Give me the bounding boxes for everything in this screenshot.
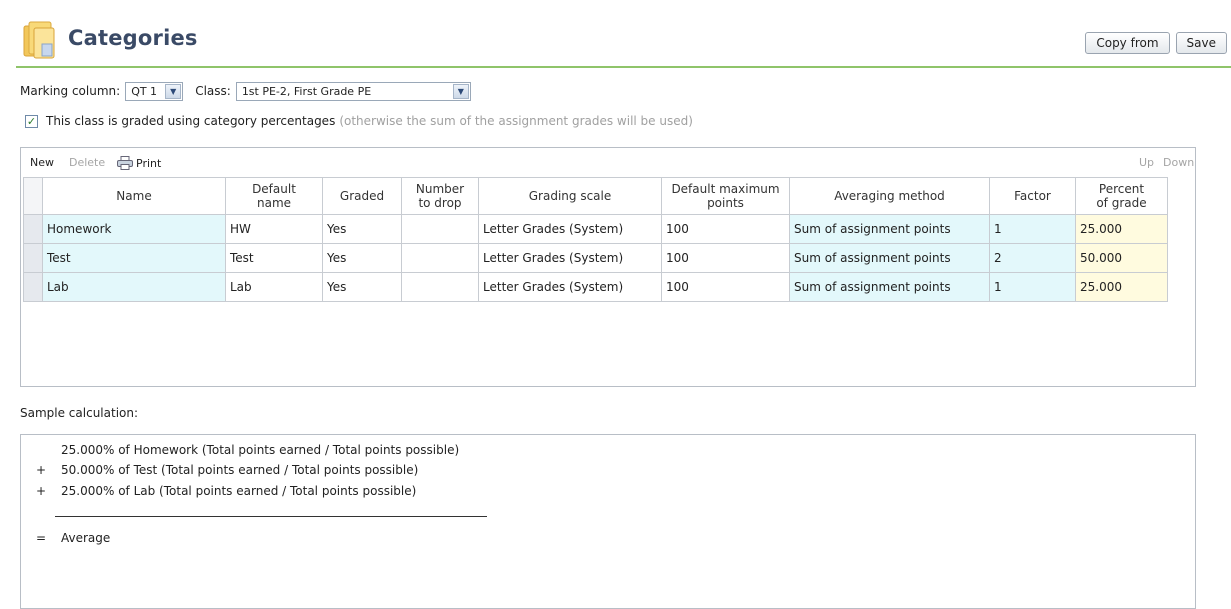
column-header-factor[interactable]: Factor [989, 177, 1076, 215]
printer-icon [117, 156, 133, 170]
graded-by-percentages-checkbox[interactable]: ✓ [25, 114, 38, 128]
cell-number-to-drop[interactable] [401, 214, 479, 244]
cell-number-to-drop[interactable] [401, 243, 479, 273]
cell-percent-of-grade[interactable]: 50.000 [1075, 243, 1168, 273]
class-select[interactable]: 1st PE-2, First Grade PE ▼ [235, 81, 471, 101]
cell-grading-scale[interactable]: Letter Grades (System) [478, 243, 662, 273]
row-selector[interactable] [23, 272, 43, 302]
calc-text: 50.000% of Test (Total points earned / T… [61, 463, 419, 477]
calc-result: Average [61, 531, 111, 545]
calc-text: 25.000% of Lab (Total points earned / To… [61, 484, 417, 498]
class-label: Class: [195, 84, 231, 98]
page-header: Categories Copy from Save [20, 18, 1231, 66]
class-value: 1st PE-2, First Grade PE [241, 84, 372, 98]
cell-default-name[interactable]: Test [225, 243, 323, 273]
cell-factor[interactable]: 1 [989, 214, 1076, 244]
calc-operator [21, 443, 61, 461]
column-header-percent-of-grade[interactable]: Percent of grade [1075, 177, 1168, 215]
header-divider [16, 66, 1231, 68]
table-row[interactable]: Lab Lab Yes Letter Grades (System) 100 S… [23, 272, 1168, 302]
column-header-averaging-method[interactable]: Averaging method [789, 177, 990, 215]
calc-operator: + [35, 484, 47, 498]
copy-from-button[interactable]: Copy from [1085, 32, 1170, 54]
up-button[interactable]: Up [1139, 156, 1154, 169]
cell-name[interactable]: Test [42, 243, 226, 273]
marking-column-label: Marking column: [20, 84, 121, 98]
column-header-graded[interactable]: Graded [322, 177, 402, 215]
cell-default-maximum-points[interactable]: 100 [661, 214, 790, 244]
categories-table: Name Default name Graded Number to drop Gr… [23, 177, 1168, 302]
sample-calculation-label: Sample calculation: [20, 406, 139, 420]
cell-default-name[interactable]: Lab [225, 272, 323, 302]
calc-operator: = [35, 531, 47, 545]
column-header-default-maximum-points[interactable]: Default maximum points [661, 177, 790, 215]
cell-graded[interactable]: Yes [322, 243, 402, 273]
row-selector[interactable] [23, 214, 43, 244]
cell-default-name[interactable]: HW [225, 214, 323, 244]
row-selector-header [23, 177, 43, 215]
table-header-row: Name Default name Graded Number to drop Gr… [23, 177, 1168, 215]
cell-averaging-method[interactable]: Sum of assignment points [789, 243, 990, 273]
chevron-down-icon[interactable]: ▼ [165, 83, 182, 99]
cell-default-maximum-points[interactable]: 100 [661, 272, 790, 302]
filter-bar: Marking column: QT 1 ▼ Class: 1st PE-2, … [20, 80, 471, 102]
cell-percent-of-grade[interactable]: 25.000 [1075, 272, 1168, 302]
column-header-default-name[interactable]: Default name [225, 177, 323, 215]
save-button[interactable]: Save [1175, 32, 1227, 54]
cell-grading-scale[interactable]: Letter Grades (System) [478, 272, 662, 302]
sample-calculation-panel: 25.000% of Homework (Total points earned… [20, 434, 1196, 609]
table-row[interactable]: Homework HW Yes Letter Grades (System) 1… [23, 214, 1168, 244]
table-row[interactable]: Test Test Yes Letter Grades (System) 100… [23, 243, 1168, 273]
cell-number-to-drop[interactable] [401, 272, 479, 302]
grid-toolbar: New Delete Print Up Down [21, 148, 1195, 176]
graded-by-percentages-label: This class is graded using category perc… [46, 114, 336, 128]
cell-graded[interactable]: Yes [322, 214, 402, 244]
print-button[interactable]: Print [117, 156, 161, 170]
page-title: Categories [68, 26, 198, 50]
calc-line: + 50.000% of Test (Total points earned /… [21, 463, 418, 481]
cell-graded[interactable]: Yes [322, 272, 402, 302]
calc-line: 25.000% of Homework (Total points earned… [21, 443, 459, 461]
categories-folder-icon [23, 21, 55, 59]
row-selector[interactable] [23, 243, 43, 273]
new-button[interactable]: New [30, 156, 54, 169]
down-button[interactable]: Down [1163, 156, 1194, 169]
graded-by-percentages-hint: (otherwise the sum of the assignment gra… [339, 114, 693, 128]
column-header-grading-scale[interactable]: Grading scale [478, 177, 662, 215]
print-label: Print [136, 157, 162, 170]
cell-name[interactable]: Homework [42, 214, 226, 244]
calc-text: 25.000% of Homework (Total points earned… [61, 443, 460, 457]
chevron-down-icon[interactable]: ▼ [452, 83, 469, 99]
cell-default-maximum-points[interactable]: 100 [661, 243, 790, 273]
cell-averaging-method[interactable]: Sum of assignment points [789, 272, 990, 302]
cell-percent-of-grade[interactable]: 25.000 [1075, 214, 1168, 244]
cell-factor[interactable]: 1 [989, 272, 1076, 302]
marking-column-value: QT 1 [131, 84, 158, 98]
categories-grid-panel: New Delete Print Up Down Name Default nam… [20, 147, 1196, 387]
calc-result-line: = Average [21, 531, 110, 549]
marking-column-select[interactable]: QT 1 ▼ [125, 81, 184, 101]
cell-averaging-method[interactable]: Sum of assignment points [789, 214, 990, 244]
column-header-name[interactable]: Name [42, 177, 226, 215]
calc-line: + 25.000% of Lab (Total points earned / … [21, 484, 416, 502]
calc-divider [55, 516, 487, 517]
cell-name[interactable]: Lab [42, 272, 226, 302]
cell-factor[interactable]: 2 [989, 243, 1076, 273]
graded-by-percentages-option[interactable]: ✓ This class is graded using category pe… [25, 114, 693, 128]
calc-operator: + [35, 463, 47, 477]
cell-grading-scale[interactable]: Letter Grades (System) [478, 214, 662, 244]
delete-button[interactable]: Delete [69, 156, 105, 169]
column-header-number-to-drop[interactable]: Number to drop [401, 177, 479, 215]
